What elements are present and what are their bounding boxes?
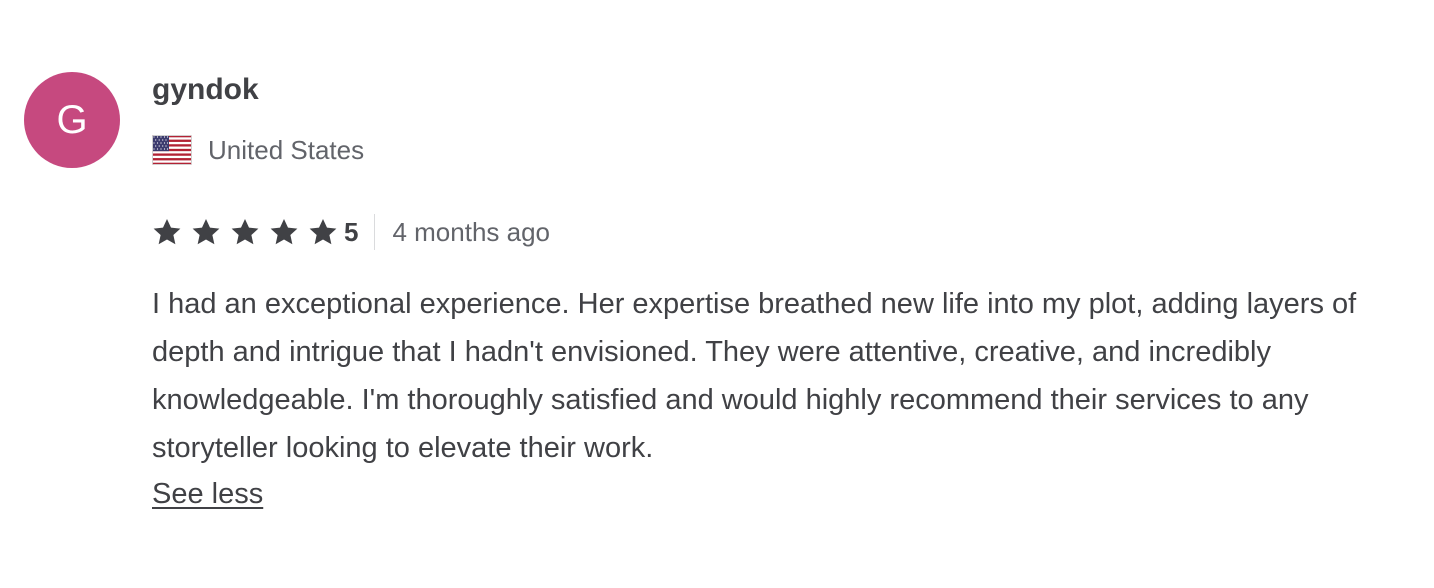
- review-card: G gyndok United States 5 4 months ago I …: [0, 0, 1434, 588]
- star-icon: [270, 219, 298, 245]
- review-text: I had an exceptional experience. Her exp…: [152, 288, 1357, 464]
- us-flag-icon: [152, 135, 192, 165]
- divider: [374, 214, 376, 250]
- star-rating: [152, 217, 344, 247]
- avatar[interactable]: G: [24, 72, 120, 168]
- avatar-letter: G: [56, 97, 88, 142]
- rating-row: 5 4 months ago: [152, 212, 550, 252]
- country-name: United States: [208, 135, 365, 165]
- star-icon: [309, 219, 337, 245]
- star-icon: [153, 219, 181, 245]
- rating-value: 5: [344, 217, 359, 247]
- see-less-link[interactable]: See less: [152, 472, 263, 516]
- review-timestamp: 4 months ago: [392, 217, 551, 247]
- star-icon: [231, 219, 259, 245]
- star-icon: [192, 219, 220, 245]
- reviewer-country: United States: [152, 132, 364, 168]
- reviewer-username: gyndok: [152, 73, 259, 106]
